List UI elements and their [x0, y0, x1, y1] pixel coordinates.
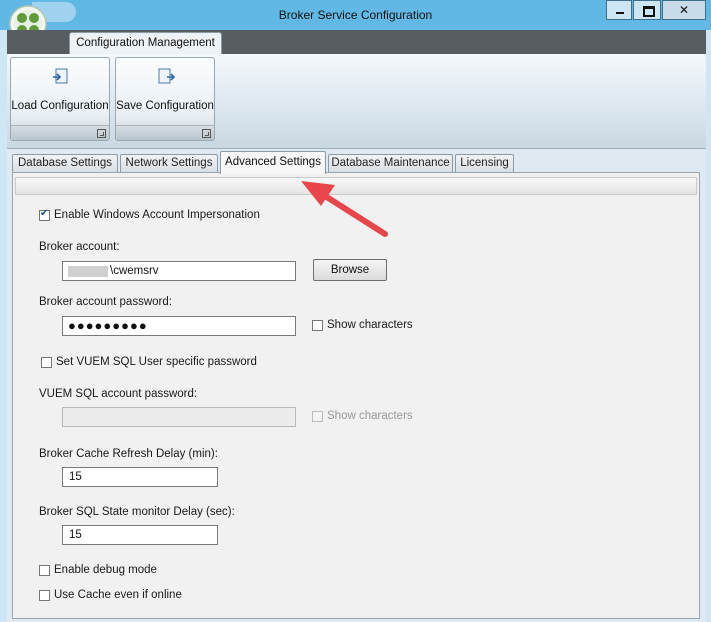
tab-database-maintenance[interactable]: Database Maintenance — [328, 154, 453, 173]
window-title: Broker Service Configuration — [278, 8, 433, 22]
minimize-button[interactable] — [606, 0, 632, 20]
load-configuration-button[interactable]: Load Configuration — [10, 57, 110, 141]
minimize-icon — [616, 12, 624, 14]
vuem-specific-password-label: Set VUEM SQL User specific password — [56, 356, 257, 368]
broker-password-value: ●●●●●●●●● — [68, 318, 148, 333]
impersonation-label: Enable Windows Account Impersonation — [54, 209, 260, 221]
load-configuration-label: Load Configuration — [11, 100, 109, 112]
show-characters-label: Show characters — [327, 319, 413, 331]
save-configuration-footer — [116, 125, 214, 140]
tab-licensing[interactable]: Licensing — [455, 154, 514, 173]
load-configuration-footer — [11, 125, 109, 140]
vuem-password-label: VUEM SQL account password: — [39, 388, 198, 400]
broker-password-input[interactable]: ●●●●●●●●● — [62, 316, 296, 336]
impersonation-checkbox[interactable] — [39, 208, 50, 221]
vuem-show-characters-checkbox[interactable] — [312, 411, 323, 422]
tab-advanced-settings[interactable]: Advanced Settings — [220, 151, 326, 174]
cache-refresh-label: Broker Cache Refresh Delay (min): — [39, 448, 218, 460]
load-config-icon — [53, 68, 68, 84]
save-config-icon — [158, 68, 175, 84]
save-configuration-button[interactable]: Save Configuration — [115, 57, 215, 141]
ribbon-header: Configuration Management — [7, 30, 706, 54]
close-button[interactable]: ✕ — [662, 0, 706, 20]
broker-account-value: \cwemsrv — [110, 265, 159, 277]
title-bar: Broker Service Configuration ✕ — [0, 0, 711, 43]
broker-account-label: Broker account: — [39, 241, 120, 253]
broker-password-label: Broker account password: — [39, 296, 172, 308]
save-configuration-label: Save Configuration — [116, 100, 214, 112]
tab-network-settings[interactable]: Network Settings — [120, 154, 218, 173]
close-icon: ✕ — [678, 3, 690, 17]
maximize-button[interactable] — [633, 0, 661, 20]
window-frame: Configuration Management Load Configurat… — [7, 30, 706, 622]
dialog-launcher-icon[interactable] — [97, 129, 106, 138]
tab-database-settings[interactable]: Database Settings — [12, 154, 118, 173]
sql-state-delay-label: Broker SQL State monitor Delay (sec): — [39, 506, 235, 518]
dialog-launcher-icon[interactable] — [202, 129, 211, 138]
broker-account-input[interactable]: \cwemsrv — [62, 261, 296, 281]
advanced-settings-panel: Enable Windows Account Impersonation Bro… — [12, 172, 700, 619]
vuem-specific-password-checkbox[interactable] — [41, 357, 52, 368]
use-cache-label: Use Cache even if online — [54, 589, 182, 601]
masked-domain — [68, 266, 108, 277]
debug-mode-label: Enable debug mode — [54, 564, 157, 576]
ribbon-body: Load Configuration Save Configuration — [7, 54, 706, 149]
maximize-icon — [643, 6, 655, 17]
vuem-show-characters-label: Show characters — [327, 410, 413, 422]
ribbon-tab-configuration-management[interactable]: Configuration Management — [69, 32, 222, 54]
panel-header-strip — [15, 177, 697, 195]
browse-button[interactable]: Browse — [313, 259, 387, 281]
sql-state-delay-input[interactable]: 15 — [62, 525, 218, 545]
cache-refresh-input[interactable]: 15 — [62, 467, 218, 487]
debug-mode-checkbox[interactable] — [39, 565, 50, 576]
show-characters-checkbox[interactable] — [312, 320, 323, 331]
settings-tabs: Database Settings Network Settings Advan… — [12, 151, 612, 174]
use-cache-checkbox[interactable] — [39, 590, 50, 601]
vuem-password-input[interactable] — [62, 407, 296, 427]
